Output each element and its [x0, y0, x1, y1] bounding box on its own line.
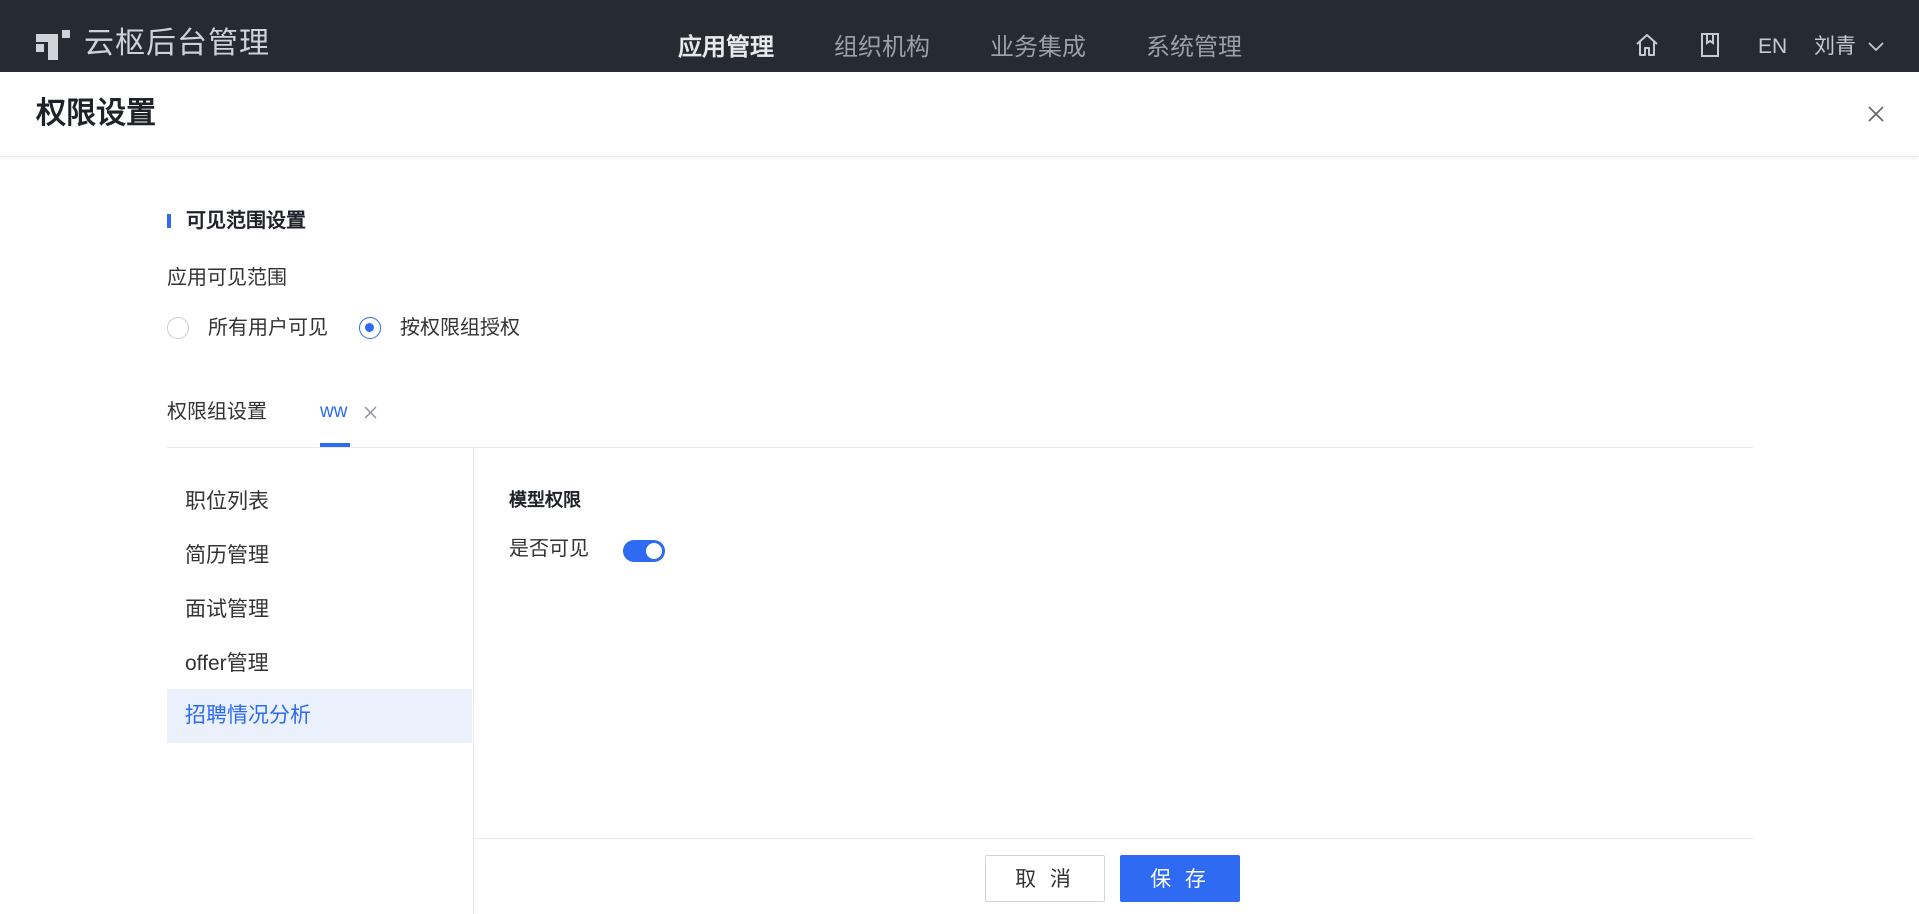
logo-icon [36, 30, 70, 60]
section-accent-bar [167, 214, 171, 228]
menu-item-job-list[interactable]: 职位列表 [167, 475, 472, 529]
page-title: 权限设置 [36, 97, 156, 130]
home-icon[interactable] [1634, 32, 1660, 58]
user-menu[interactable]: 刘青 [1814, 30, 1884, 64]
book-icon[interactable] [1698, 32, 1722, 58]
cancel-button[interactable]: 取 消 [985, 855, 1105, 902]
radio-button[interactable] [167, 317, 189, 339]
top-navigation-bar: 云枢后台管理 应用管理 组织机构 业务集成 系统管理 EN 刘青 [0, 0, 1919, 72]
menu-item-resume-management[interactable]: 简历管理 [167, 529, 472, 583]
permission-group-label: 权限组设置 [167, 401, 267, 423]
field-label-visibility-scope: 应用可见范围 [167, 267, 287, 289]
visible-label: 是否可见 [509, 538, 589, 560]
nav-item-app-management[interactable]: 应用管理 [678, 30, 774, 66]
footer-divider [474, 838, 1753, 839]
save-button[interactable]: 保 存 [1120, 855, 1240, 902]
section-title-visibility: 可见范围设置 [186, 210, 306, 232]
menu-item-offer-management[interactable]: offer管理 [167, 637, 472, 691]
radio-label: 按权限组授权 [400, 317, 520, 339]
tab-ww[interactable]: ww [320, 396, 347, 428]
tabs-divider [167, 447, 1753, 448]
visible-toggle[interactable] [623, 540, 665, 562]
menu-divider [473, 448, 474, 914]
page-header: 权限设置 [0, 72, 1919, 157]
chevron-down-icon [1868, 42, 1884, 52]
menu-item-recruitment-analysis[interactable]: 招聘情况分析 [167, 689, 472, 743]
model-permission-title: 模型权限 [509, 490, 581, 510]
user-name: 刘青 [1814, 35, 1856, 58]
radio-button-checked[interactable] [359, 317, 381, 339]
nav-item-organization[interactable]: 组织机构 [834, 30, 930, 66]
app-title: 云枢后台管理 [84, 27, 270, 60]
radio-label: 所有用户可见 [208, 317, 328, 339]
menu-item-interview-management[interactable]: 面试管理 [167, 583, 472, 637]
language-switch[interactable]: EN [1758, 30, 1787, 64]
close-icon[interactable] [1868, 106, 1884, 122]
tab-close-icon[interactable] [364, 406, 377, 419]
nav-item-integration[interactable]: 业务集成 [990, 30, 1086, 66]
nav-item-system-management[interactable]: 系统管理 [1146, 30, 1242, 66]
